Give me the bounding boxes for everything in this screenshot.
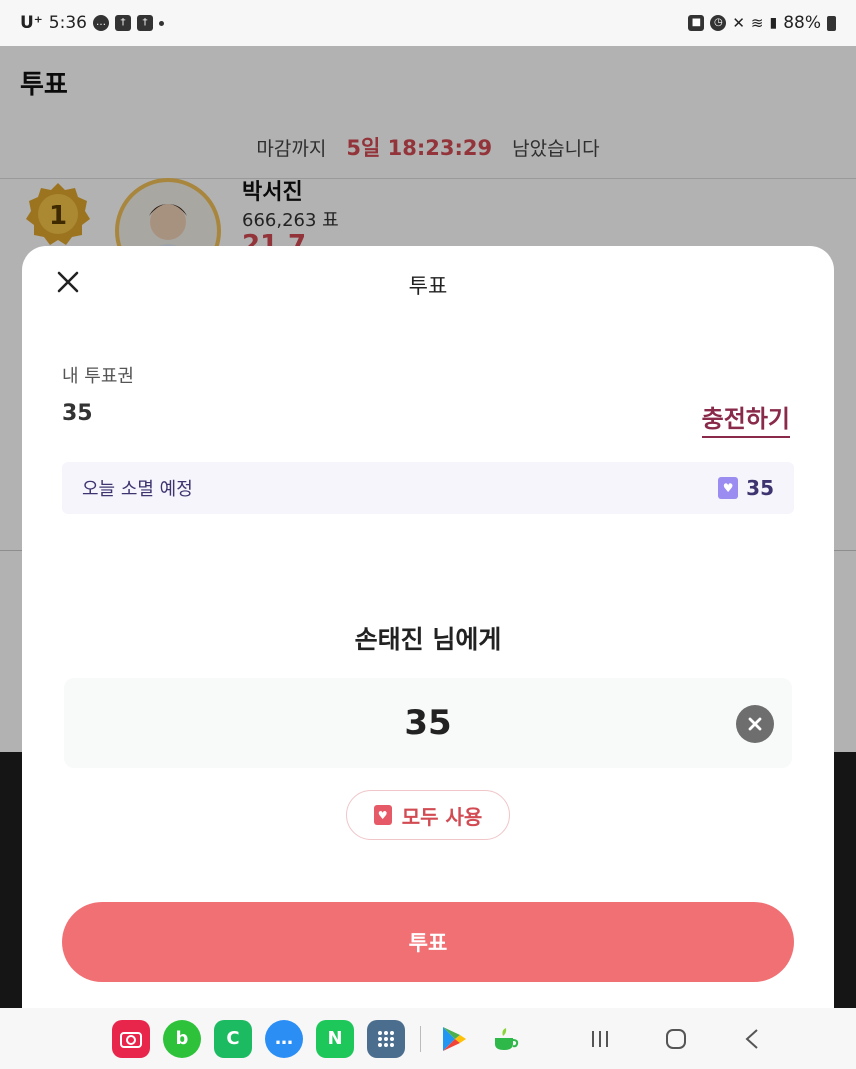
- vote-amount-input[interactable]: [64, 678, 792, 768]
- expire-count: 35: [746, 476, 774, 500]
- band-app-icon[interactable]: b: [163, 1019, 201, 1058]
- charge-button[interactable]: 충전하기: [701, 399, 790, 438]
- camera-app-icon[interactable]: [112, 1019, 150, 1058]
- signal-icon: ▮: [769, 15, 778, 31]
- vote-button[interactable]: 투표: [62, 902, 794, 982]
- app-notification-icon: †: [114, 15, 131, 31]
- status-time: 5:36: [48, 13, 87, 33]
- carrier-label: U⁺: [20, 13, 43, 33]
- alarm-icon: ◷: [710, 15, 727, 31]
- phone-app-icon[interactable]: C: [214, 1019, 252, 1058]
- vote-amount-field: [64, 678, 792, 768]
- lock-icon: ■: [688, 15, 705, 31]
- play-store-app-icon[interactable]: [435, 1020, 473, 1058]
- wifi-icon: ≋: [750, 14, 764, 32]
- navigation-bar: b C … N: [0, 1008, 856, 1069]
- battery-icon: [827, 15, 836, 31]
- recent-apps-button[interactable]: [581, 1020, 619, 1058]
- back-icon: [745, 1028, 758, 1049]
- app-notification-icon-2: †: [136, 15, 153, 31]
- vote-sheet: 투표 내 투표권 35 충전하기 오늘 소멸 예정 ♥ 35 손태진 님에게 ♥…: [22, 246, 834, 1008]
- vote-button-label: 투표: [408, 932, 448, 955]
- status-bar: U⁺ 5:36 … † † ■ ◷ ✕ ≋ ▮ 88%: [0, 0, 856, 46]
- recent-apps-icon: [592, 1030, 608, 1047]
- clear-icon: [748, 717, 762, 731]
- dock-separator: [420, 1025, 421, 1052]
- naver-app-icon[interactable]: N: [316, 1019, 354, 1058]
- home-button[interactable]: [657, 1020, 695, 1058]
- battery-level: 88%: [783, 13, 821, 33]
- ticket-heart-icon: ♥: [373, 805, 392, 825]
- tea-app-icon[interactable]: [486, 1020, 524, 1058]
- clear-button[interactable]: [736, 705, 774, 743]
- app-drawer-icon[interactable]: [367, 1019, 405, 1058]
- home-icon: [666, 1028, 686, 1049]
- chat-notification-icon: …: [92, 15, 109, 31]
- use-all-button[interactable]: ♥ 모두 사용: [346, 790, 510, 840]
- expire-label: 오늘 소멸 예정: [82, 479, 193, 500]
- my-tickets-label: 내 투표권: [62, 366, 134, 387]
- sheet-title: 투표: [408, 274, 448, 298]
- messages-app-icon[interactable]: …: [265, 1019, 303, 1058]
- use-all-label: 모두 사용: [401, 804, 483, 829]
- expire-info-box: 오늘 소멸 예정 ♥ 35: [62, 462, 794, 514]
- ticket-heart-icon: ♥: [718, 477, 739, 499]
- mute-icon: ✕: [732, 14, 745, 32]
- back-button[interactable]: [733, 1020, 771, 1058]
- my-tickets-count: 35: [62, 401, 93, 426]
- recipient-label: 손태진 님에게: [354, 625, 502, 654]
- more-notifications-icon: [158, 20, 164, 26]
